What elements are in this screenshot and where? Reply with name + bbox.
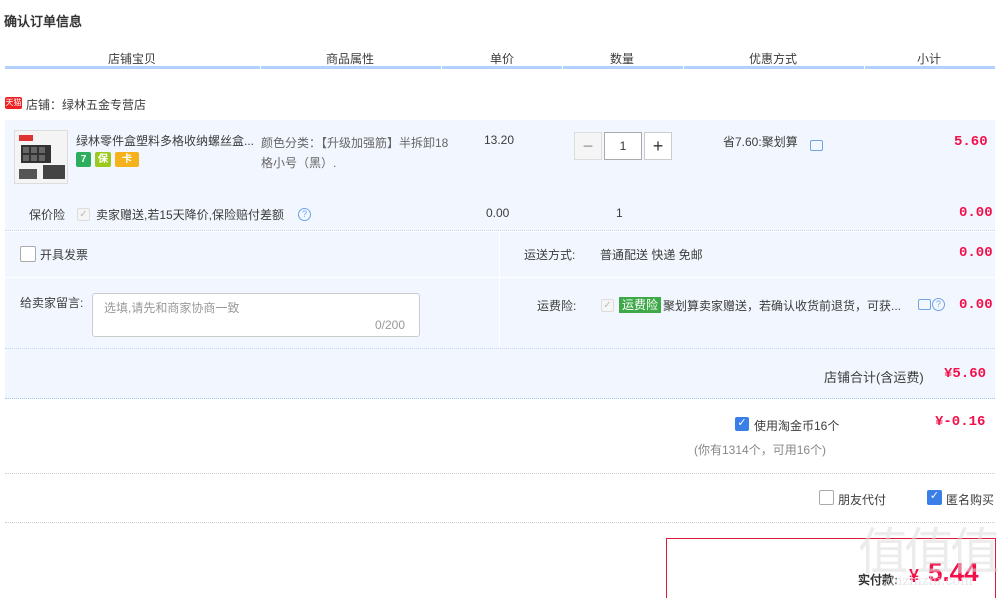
item-thumbnail[interactable] [14,130,68,184]
store-total-amount: ¥5.60 [944,366,987,382]
guarantee-icon[interactable]: 保 [95,152,111,167]
shipping-method[interactable]: 普通配送 快递 免邮 [600,246,703,263]
item-attributes: 颜色分类：【升级加强筋】半拆卸18格小号（黑）. [261,136,449,170]
message-placeholder: 选填,请先和商家协商一致 [104,301,240,315]
credit-card-icon[interactable]: 卡 [115,152,139,167]
insurance-checkbox[interactable]: ✓ [77,208,90,221]
taojinbi-label[interactable]: 使用淘金币16个 [754,417,839,434]
col-header-store-item: 店铺宝贝 [107,52,156,66]
anonymous-label[interactable]: 匿名购买 [946,491,994,508]
freight-insurance-tag: 运费险 [619,297,662,313]
item-subtotal: 5.60 [954,134,988,150]
friend-pay-checkbox[interactable] [819,490,834,505]
quantity-stepper: − 1 + [574,132,672,160]
item-discount: 省7.60:聚划算 [723,135,798,149]
item-title-link[interactable]: 绿林零件盒塑料多格收纳螺丝盒... [76,133,254,149]
freight-insurance-amount: 0.00 [959,297,993,313]
invoice-label[interactable]: 开具发票 [40,246,88,263]
insurance-subtotal: 0.00 [959,205,993,221]
insurance-label: 保价险 [29,208,66,222]
freight-insurance-label: 运费险: [537,299,577,313]
taojinbi-amount: ¥-0.16 [935,414,986,430]
message-char-counter: 0/200 [375,318,406,332]
watermark-domain: zhizhizhi.com [883,574,973,589]
col-header-unit-price: 单价 [489,52,514,66]
chat-icon[interactable] [918,299,931,310]
shipping-amount: 0.00 [959,245,993,261]
quantity-decrease-button[interactable]: − [574,132,602,160]
col-header-attributes: 商品属性 [325,52,374,66]
friend-pay-label[interactable]: 朋友代付 [838,491,886,508]
seven-day-return-icon[interactable]: 7 [76,152,91,167]
freight-insurance-checkbox[interactable]: ✓ [601,299,614,312]
quantity-input[interactable]: 1 [604,132,642,160]
store-name[interactable]: 店铺：绿林五金专营店 [26,96,146,113]
header-bar [5,66,995,69]
divider [5,522,995,523]
insurance-description: 卖家赠送,若15天降价,保险赔付差额 [96,208,285,222]
insurance-quantity: 1 [616,206,623,220]
divider [5,473,995,474]
store-total-label: 店铺合计(含运费) [824,370,924,385]
col-header-discount: 优惠方式 [748,52,797,66]
chat-icon[interactable] [810,140,823,151]
taojinbi-note: (你有1314个，可用16个) [694,443,827,457]
help-icon[interactable]: ? [298,208,311,221]
message-label: 给卖家留言: [20,296,84,310]
product-image-icon [15,131,67,183]
taojinbi-checkbox[interactable]: ✓ [735,417,749,431]
quantity-increase-button[interactable]: + [644,132,672,160]
col-header-quantity: 数量 [609,52,634,66]
tmall-icon: 天猫 [5,97,22,109]
shipping-label: 运送方式: [524,248,576,262]
col-header-subtotal: 小计 [916,52,941,66]
invoice-checkbox[interactable] [20,246,36,262]
page-title: 确认订单信息 [4,14,83,29]
item-unit-price: 13.20 [484,133,515,147]
anonymous-checkbox[interactable]: ✓ [927,490,942,505]
freight-insurance-description: 聚划算卖家赠送，若确认收货前退货，可获... [663,299,902,313]
help-icon[interactable]: ? [932,298,945,311]
insurance-price: 0.00 [486,206,510,220]
